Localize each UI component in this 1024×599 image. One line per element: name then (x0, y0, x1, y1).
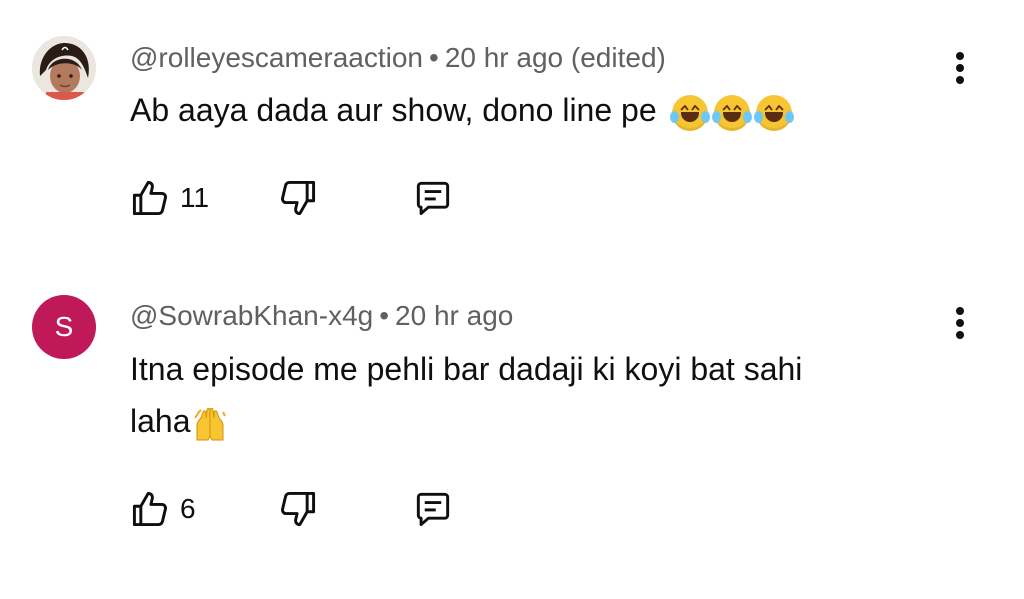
thumbs-down-icon (281, 180, 316, 216)
comment-body: Ab aaya dada aur show, dono line pe (130, 92, 657, 128)
reply-button[interactable] (411, 487, 455, 531)
meta-separator: • (429, 42, 439, 73)
avatar[interactable]: S (32, 295, 96, 359)
rolling-on-floor-laughing-emoji (711, 94, 752, 131)
comment-author[interactable]: @rolleyescameraaction (130, 42, 423, 73)
avatar[interactable] (32, 36, 96, 100)
comment-item: @rolleyescameraaction • 20 hr ago (edited)… (0, 0, 1024, 260)
comment-time: 20 hr ago (395, 300, 514, 331)
comment-text: Ab aaya dada aur show, dono line pe (130, 84, 930, 136)
comment-meta: @SowrabKhan-x4g • 20 hr ago (130, 298, 513, 334)
dislike-button[interactable] (276, 487, 320, 531)
avatar-letter: S (54, 311, 74, 342)
comment-author[interactable]: @SowrabKhan-x4g (130, 300, 373, 331)
comment-text: Itna episode me pehli bar dadaji ki koyi… (130, 343, 930, 447)
like-count: 11 (180, 182, 210, 213)
comment-reply-icon (416, 181, 450, 216)
raising-hands-emoji (193, 406, 227, 442)
dislike-button[interactable] (276, 176, 320, 220)
more-options-icon[interactable] (948, 303, 972, 343)
thumbs-up-icon (132, 491, 167, 527)
rolling-on-floor-laughing-emoji (753, 94, 794, 131)
more-options-icon[interactable] (948, 48, 972, 88)
rolling-on-floor-laughing-emoji (669, 94, 710, 131)
reply-button[interactable] (411, 176, 455, 220)
comment-item: S @SowrabKhan-x4g • 20 hr ago Itna episode… (0, 260, 1024, 599)
thumbs-up-icon (132, 180, 167, 216)
comment-body-line: Itna episode me pehli bar dadaji ki koyi… (130, 351, 803, 387)
comment-reply-icon (416, 492, 450, 527)
like-button[interactable]: 11 (128, 176, 209, 220)
comment-time: 20 hr ago (edited) (444, 42, 666, 73)
meta-separator: • (379, 300, 390, 331)
comment-body-line: laha (130, 403, 191, 439)
avatar-photo-icon (32, 36, 96, 100)
thumbs-down-icon (281, 491, 316, 527)
like-button[interactable]: 6 (128, 487, 196, 531)
comment-meta: @rolleyescameraaction • 20 hr ago (edited) (130, 40, 666, 76)
like-count: 6 (180, 493, 196, 524)
